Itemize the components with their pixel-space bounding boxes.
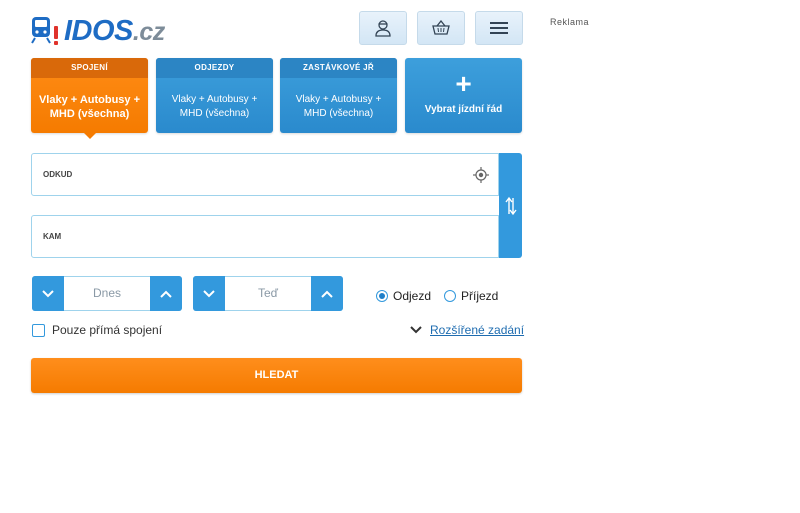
active-tab-pointer [84, 133, 96, 139]
tab-body: Vlaky + Autobusy + MHD (všechna) [295, 94, 382, 119]
radio-arrival-indicator [444, 290, 456, 302]
advanced-search-label: Rozšířené zadání [430, 323, 525, 337]
search-button[interactable]: HLEDAT [31, 358, 522, 393]
chevron-down-icon [410, 326, 422, 334]
from-field[interactable]: ODKUD [31, 153, 499, 196]
person-icon [375, 20, 391, 37]
red-mark-icon [54, 26, 58, 45]
radio-departure-label: Odjezd [393, 289, 432, 303]
radio-arrival[interactable]: Příjezd [444, 288, 498, 304]
ad-label: Reklama [550, 17, 590, 27]
to-label: KAM [43, 232, 62, 241]
advanced-search-link[interactable]: Rozšířené zadání [410, 322, 524, 338]
radio-departure-indicator [376, 290, 388, 302]
time-next-button[interactable] [311, 276, 343, 311]
swap-arrows-icon [504, 196, 517, 215]
chevron-up-icon [160, 290, 172, 298]
plus-icon: + [455, 68, 472, 99]
chevron-down-icon [42, 289, 54, 297]
direct-only-label: Pouze přímá spojení [52, 323, 163, 337]
tab-body: Vlaky + Autobusy + MHD (všechna) [171, 94, 258, 119]
hamburger-menu-icon [490, 22, 508, 34]
tab-body: Vlaky + Autobusy + MHD (všechna) [38, 94, 141, 120]
locate-icon[interactable] [473, 167, 489, 183]
time-value[interactable]: Teď [226, 277, 310, 310]
swap-stations-button[interactable] [499, 153, 522, 258]
time-prev-button[interactable] [193, 276, 225, 311]
tab-head: ODJEZDY [156, 58, 273, 78]
tab-head: ZASTÁVKOVÉ JŘ [280, 58, 397, 78]
from-label: ODKUD [43, 170, 73, 179]
checkbox-box [32, 323, 45, 337]
direct-only-checkbox[interactable]: Pouze přímá spojení [32, 322, 162, 338]
chevron-up-icon [321, 290, 333, 298]
time-spinner: Teď [193, 276, 343, 311]
tab-connections[interactable]: SPOJENÍ Vlaky + Autobusy + MHD (všechna) [31, 58, 148, 139]
train-icon [31, 17, 51, 44]
radio-departure[interactable]: Odjezd [376, 288, 431, 304]
radio-arrival-label: Příjezd [461, 289, 499, 303]
menu-button[interactable] [475, 11, 523, 45]
tab-head: SPOJENÍ [31, 58, 148, 78]
logo-text: IDOS.cz [64, 15, 165, 47]
tab-add-label: Vybrat jízdní řád [424, 104, 503, 115]
basket-button[interactable] [417, 11, 465, 45]
account-button[interactable] [359, 11, 407, 45]
chevron-down-icon [203, 289, 215, 297]
date-next-button[interactable] [150, 276, 182, 311]
date-spinner: Dnes [32, 276, 182, 311]
date-prev-button[interactable] [32, 276, 64, 311]
date-value[interactable]: Dnes [65, 277, 149, 310]
tab-stop-timetables[interactable]: ZASTÁVKOVÉ JŘ Vlaky + Autobusy + MHD (vš… [280, 58, 397, 133]
tab-departures[interactable]: ODJEZDY Vlaky + Autobusy + MHD (všechna) [156, 58, 273, 133]
to-field[interactable]: KAM [31, 215, 499, 258]
basket-icon [432, 20, 450, 35]
tab-select-timetable[interactable]: + Vybrat jízdní řád [405, 58, 522, 133]
idos-logo[interactable]: IDOS.cz [31, 14, 176, 48]
